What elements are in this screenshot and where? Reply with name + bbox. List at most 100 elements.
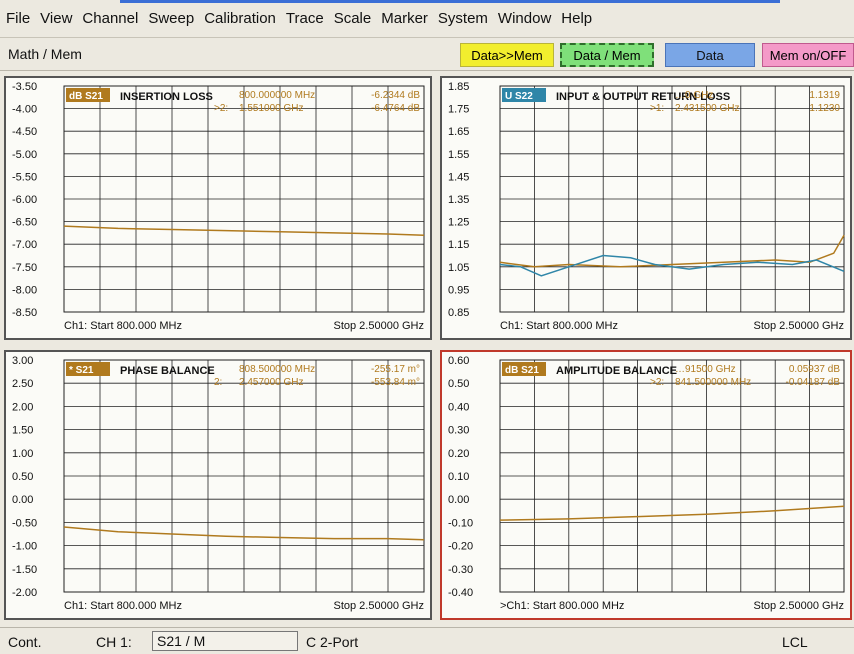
marker-frequency: 2.431500 GHz — [675, 103, 740, 114]
trace-badge[interactable]: U S22 — [505, 91, 533, 102]
y-tick-label: 2.00 — [12, 401, 33, 413]
menu-trace[interactable]: Trace — [286, 10, 324, 27]
y-tick-label: -8.00 — [12, 284, 37, 296]
sweep-stop-label: Stop 2.50000 GHz — [333, 600, 424, 612]
marker-value: 0.05937 dB — [789, 364, 840, 375]
sweep-mode-status: Cont. — [8, 634, 42, 650]
data-to-mem-button[interactable]: Data>>Mem — [460, 43, 554, 67]
insertion-loss-panel[interactable]: -3.50 -4.00 -4.50 -5.00 -5.50 -6.00 -6.50 -7.00… — [4, 76, 432, 340]
y-tick-label: 0.30 — [448, 425, 469, 437]
y-tick-label: -7.00 — [12, 239, 37, 251]
y-tick-label: 1.00 — [12, 448, 33, 460]
y-tick-label: 1.75 — [448, 104, 469, 116]
sweep-start-label: Ch1: Start 800.000 MHz — [64, 600, 182, 612]
y-tick-label: -4.50 — [12, 126, 37, 138]
y-tick-label: -4.00 — [12, 104, 37, 116]
menu-system[interactable]: System — [438, 10, 488, 27]
menu-help[interactable]: Help — [561, 10, 592, 27]
y-tick-label: -1.00 — [12, 541, 37, 553]
marker-value: -0.04187 dB — [786, 377, 841, 388]
marker-value: -6.2344 dB — [371, 90, 420, 101]
title-accent-bar — [120, 0, 780, 3]
y-tick-label: 3.00 — [12, 355, 33, 367]
sweep-stop-label: Stop 2.50000 GHz — [333, 320, 424, 332]
marker-frequency: 841.500000 MHz — [675, 377, 751, 388]
channel-status: CH 1: — [96, 634, 132, 650]
y-tick-label: 0.00 — [448, 494, 469, 506]
y-tick-label: -1.50 — [12, 564, 37, 576]
marker-frequency: 800.000000 MHz — [239, 90, 315, 101]
menu-calibration[interactable]: Calibration — [204, 10, 276, 27]
marker-frequency: …91500 GHz — [675, 364, 736, 375]
y-tick-label: -0.30 — [448, 564, 473, 576]
y-tick-label: 2.50 — [12, 378, 33, 390]
menu-view[interactable]: View — [40, 10, 72, 27]
plot-svg: 1.85 1.75 1.65 1.55 1.45 1.35 1.25 1.15 1.05 0.95… — [448, 81, 845, 332]
y-tick-label: 1.25 — [448, 217, 469, 229]
y-tick-label: 0.95 — [448, 284, 469, 296]
y-tick-label: -0.10 — [448, 517, 473, 529]
marker-frequency: 2.457000 GHz — [239, 377, 304, 388]
port-mode-status: C 2-Port — [306, 634, 359, 650]
y-tick-label: 0.40 — [448, 401, 469, 413]
trace-badge[interactable]: dB S21 — [69, 91, 103, 102]
sweep-stop-label: Stop 2.50000 GHz — [753, 600, 844, 612]
phase-balance-panel[interactable]: 3.00 2.50 2.00 1.50 1.00 0.50 0.00 -0.50 -1.00 -1… — [4, 350, 432, 620]
y-tick-label: -0.20 — [448, 541, 473, 553]
trace-badge[interactable]: dB S21 — [505, 365, 539, 376]
sweep-stop-label: Stop 2.50000 GHz — [753, 320, 844, 332]
marker-frequency: 808.500000 MHz — [239, 364, 315, 375]
y-tick-label: 0.60 — [448, 355, 469, 367]
menu-scale[interactable]: Scale — [334, 10, 372, 27]
y-tick-label: -5.50 — [12, 171, 37, 183]
y-tick-label: 1.55 — [448, 149, 469, 161]
panel-title: INSERTION LOSS — [120, 91, 213, 103]
math-mem-label: Math / Mem — [8, 46, 82, 62]
y-tick-label: 0.50 — [448, 378, 469, 390]
marker-label: >2: — [214, 103, 228, 114]
y-tick-label: 1.15 — [448, 239, 469, 251]
plot-svg: -3.50 -4.00 -4.50 -5.00 -5.50 -6.00 -6.50 -7.00… — [12, 81, 425, 332]
plot-svg: 3.00 2.50 2.00 1.50 1.00 0.50 0.00 -0.50 -1.00 -1… — [12, 355, 425, 612]
marker-value: -553.84 m° — [371, 377, 420, 388]
amplitude-balance-panel[interactable]: 0.60 0.50 0.40 0.30 0.20 0.10 0.00 -0.10 -0.20 -0… — [440, 350, 852, 620]
menu-bar: File View Channel Sweep Calibration Trace Scal… — [0, 0, 854, 38]
sweep-start-label: >Ch1: Start 800.000 MHz — [500, 600, 624, 612]
data-div-mem-button[interactable]: Data / Mem — [560, 43, 654, 67]
y-tick-label: -2.00 — [12, 587, 37, 599]
y-tick-label: 0.00 — [12, 494, 33, 506]
marker-value: 1.1230 — [809, 103, 840, 114]
measurement-field[interactable]: S21 / M — [152, 631, 298, 651]
menu-channel[interactable]: Channel — [82, 10, 138, 27]
y-tick-label: -7.50 — [12, 262, 37, 274]
y-tick-label: 1.45 — [448, 171, 469, 183]
y-tick-label: -0.50 — [12, 517, 37, 529]
y-tick-label: 0.20 — [448, 448, 469, 460]
mem-on-off-button[interactable]: Mem on/OFF — [762, 43, 854, 67]
y-tick-label: -6.00 — [12, 194, 37, 206]
data-button[interactable]: Data — [665, 43, 755, 67]
marker-frequency: 1.551000 GHz — [239, 103, 304, 114]
sweep-start-label: Ch1: Start 800.000 MHz — [500, 320, 618, 332]
menu-marker[interactable]: Marker — [381, 10, 428, 27]
trace-badge[interactable]: * S21 — [69, 365, 94, 376]
marker-frequency: …0 GHz — [675, 90, 713, 101]
y-tick-label: 1.85 — [448, 81, 469, 93]
y-tick-label: 0.50 — [12, 471, 33, 483]
y-tick-label: -5.00 — [12, 149, 37, 161]
plot-svg: 0.60 0.50 0.40 0.30 0.20 0.10 0.00 -0.10 -0.20 -0… — [448, 355, 845, 612]
y-tick-label: 1.65 — [448, 126, 469, 138]
softkey-bar: Math / Mem Data>>Mem Data / Mem Data Mem… — [0, 39, 854, 71]
y-tick-label: -0.40 — [448, 587, 473, 599]
panel-title: PHASE BALANCE — [120, 365, 215, 377]
menu-sweep[interactable]: Sweep — [148, 10, 194, 27]
marker-label: >1: — [650, 103, 664, 114]
y-tick-label: 0.85 — [448, 307, 469, 319]
y-tick-label: 1.50 — [12, 425, 33, 437]
menu-file[interactable]: File — [6, 10, 30, 27]
return-loss-panel[interactable]: 1.85 1.75 1.65 1.55 1.45 1.35 1.25 1.15 1.05 0.95… — [440, 76, 852, 340]
menu-window[interactable]: Window — [498, 10, 551, 27]
status-bar: Cont. CH 1: S21 / M C 2-Port LCL — [0, 627, 854, 654]
sweep-start-label: Ch1: Start 800.000 MHz — [64, 320, 182, 332]
y-tick-label: 1.35 — [448, 194, 469, 206]
